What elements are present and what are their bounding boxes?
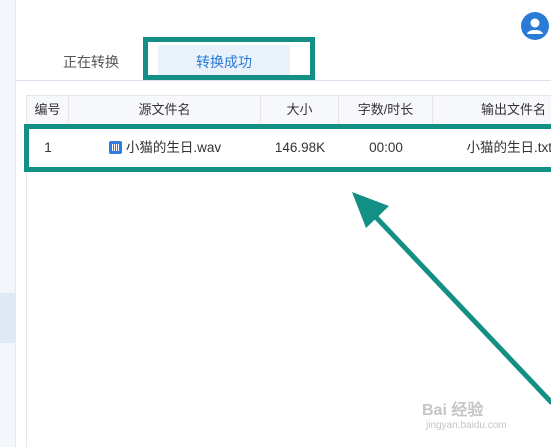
annotation-arrow-icon xyxy=(352,192,551,405)
watermark-brand: Bai 经验 xyxy=(422,402,484,419)
watermark: Bai 经验 jingyan.baidu.com xyxy=(422,396,507,431)
watermark-url: jingyan.baidu.com xyxy=(426,420,507,431)
